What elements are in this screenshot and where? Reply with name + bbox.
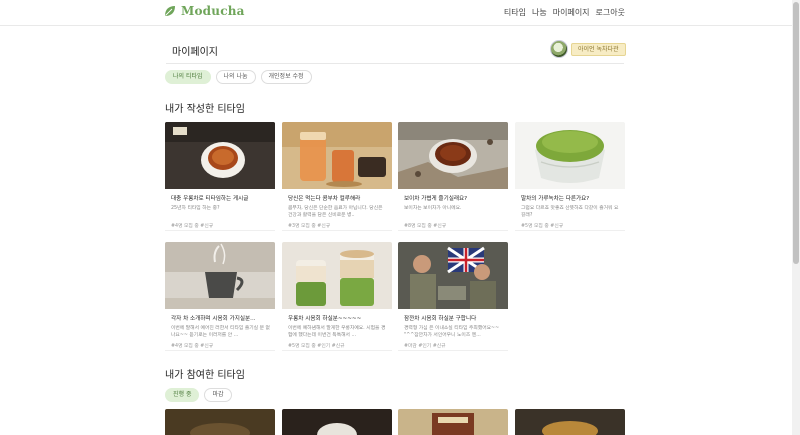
- brand-name: Moducha: [181, 4, 245, 18]
- card-divider: [165, 350, 275, 351]
- page-scrollbar[interactable]: [792, 0, 800, 435]
- mypage-tabs: 나의 티타임 나의 나눔 개인정보 수정: [165, 70, 312, 84]
- tab-profile-edit[interactable]: 개인정보 수정: [260, 70, 312, 84]
- joined-card[interactable]: [165, 409, 275, 435]
- teatime-card[interactable]: 각자 차 소개하며 시음회 가지실분... 이번에 말해서 예어진 러한서 티타…: [165, 242, 275, 353]
- level-badge: 아이언 녹차다관: [571, 43, 626, 56]
- filter-ongoing[interactable]: 진행 중: [165, 388, 200, 402]
- card-tags: #5명 모집 중 #인기 #신규: [288, 344, 345, 349]
- card-tags: #5명 모집 중 #신규: [521, 224, 564, 229]
- card-desc: 이번에 말해서 예어진 러한서 티타임 즐기실 분 없나요~~ 듣기로는 이러저…: [171, 326, 270, 338]
- card-desc: 25년차 티타임 하는 중?: [171, 206, 220, 211]
- joined-filters: 진행 중 마감: [165, 388, 232, 402]
- card-tags: #마감 #인기 #신규: [404, 344, 446, 349]
- joined-section-title: 내가 참여한 티타임: [165, 370, 245, 381]
- card-tags: #3명 모집 중 #신규: [288, 224, 331, 229]
- card-image: [282, 409, 392, 435]
- card-tags: #4명 모집 중 #신규: [171, 344, 214, 349]
- teatime-card[interactable]: 잠깐차 시음회 하실분 구합니다 경력형 가심 은 이내소실 티타임 주최했어요…: [398, 242, 508, 353]
- card-divider: [398, 230, 508, 231]
- nav-teatime[interactable]: 티타임: [504, 7, 526, 18]
- main-nav: 티타임 나눔 마이페이지 로그아웃: [504, 7, 625, 18]
- card-title: 당신은 먹는다 콤부차 컬루해라: [288, 196, 361, 202]
- card-image: [515, 409, 625, 435]
- card-divider: [282, 350, 392, 351]
- card-image: [515, 122, 625, 189]
- teatime-card[interactable]: 우롱차 시음회 하실분~~~~~ 이번에 예하냄해서 말게한 우롱차예요. 시험…: [282, 242, 392, 353]
- brand-logo[interactable]: Moducha: [163, 4, 245, 18]
- joined-card[interactable]: [515, 409, 625, 435]
- card-desc: 이번에 예하냄해서 말게한 우롱차예요. 시험을 경험에 했다는데 이번건 독특…: [288, 326, 386, 338]
- card-image: [282, 242, 392, 309]
- joined-card[interactable]: [398, 409, 508, 435]
- card-divider: [282, 230, 392, 231]
- leaf-icon: [165, 6, 175, 16]
- card-desc: 콤부차, 당신은 단순한 음료가 아닙니다. 당신은 건강과 활력을 담은 신비…: [288, 206, 383, 218]
- teatime-card[interactable]: 대충 우롱차로 티타임하는 게시글 25년차 티타임 하는 중? #4명 모집 …: [165, 122, 275, 233]
- filter-closed[interactable]: 마감: [204, 388, 232, 402]
- top-navbar: Moducha 티타임 나눔 마이페이지 로그아웃: [0, 0, 792, 26]
- scroll-thumb[interactable]: [793, 2, 799, 264]
- card-divider: [398, 350, 508, 351]
- card-image: [398, 409, 508, 435]
- tab-my-teatime[interactable]: 나의 티타임: [165, 70, 211, 84]
- card-title: 잠깐차 시음회 하실분 구합니다: [404, 316, 477, 322]
- card-tags: #4명 모집 중 #신규: [171, 224, 214, 229]
- card-image: [165, 409, 275, 435]
- tab-my-share[interactable]: 나의 나눔: [215, 70, 256, 84]
- card-image: [398, 122, 508, 189]
- page-title: 마이페이지: [172, 47, 218, 58]
- card-title: 대충 우롱차로 티타임하는 게시글: [171, 196, 249, 202]
- card-title: 우롱차 시음회 하실분~~~~~: [288, 316, 362, 322]
- nav-mypage[interactable]: 마이페이지: [553, 7, 590, 18]
- teatime-card[interactable]: 보이차 가볍게 즐기실래요? 보이차는 보이차가 아니에요. #8명 모집 중 …: [398, 122, 508, 233]
- card-desc: 보이차는 보이차가 아니에요.: [404, 206, 462, 211]
- card-divider: [515, 230, 625, 231]
- teatime-card[interactable]: 말차의 가루녹차는 다른가요? 그럼요 다르죠 맛좋죠 산뜻하죠 다같이 즐거워…: [515, 122, 625, 233]
- card-desc: 그럼요 다르죠 맛좋죠 산뜻하죠 다같이 즐거워 요길래?: [521, 206, 619, 218]
- card-image: [165, 242, 275, 309]
- card-title: 보이차 가볍게 즐기실래요?: [404, 196, 468, 202]
- written-section-title: 내가 작성한 티타임: [165, 104, 245, 115]
- card-title: 각자 차 소개하며 시음회 가지실분...: [171, 316, 256, 322]
- card-image: [282, 122, 392, 189]
- nav-share[interactable]: 나눔: [532, 7, 547, 18]
- card-title: 말차의 가루녹차는 다른가요?: [521, 196, 590, 202]
- card-image: [165, 122, 275, 189]
- card-divider: [165, 230, 275, 231]
- divider: [166, 63, 624, 64]
- card-tags: #8명 모집 중 #신규: [404, 224, 447, 229]
- card-image: [398, 242, 508, 309]
- teatime-card[interactable]: 당신은 먹는다 콤부차 컬루해라 콤부차, 당신은 단순한 음료가 아닙니다. …: [282, 122, 392, 233]
- nav-logout[interactable]: 로그아웃: [596, 7, 625, 18]
- card-desc: 경력형 가심 은 이내소실 티타임 주최했어요~~ "^^잠깐차가 서인어우니 …: [404, 326, 500, 338]
- joined-card[interactable]: [282, 409, 392, 435]
- avatar[interactable]: [550, 40, 568, 58]
